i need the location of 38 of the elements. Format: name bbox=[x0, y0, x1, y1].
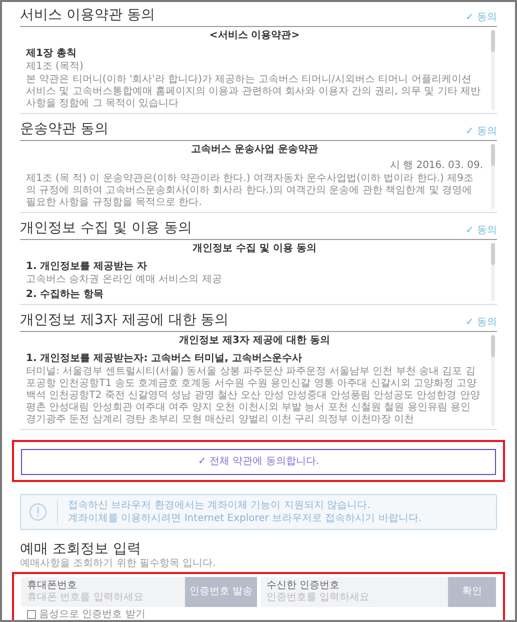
agree-all-button[interactable]: ✓ 전체 약관에 동의합니다. bbox=[21, 448, 496, 474]
agree-link[interactable]: ✓ 동의 bbox=[465, 12, 497, 24]
terms-subheading: 2. 수집하는 항목 bbox=[26, 289, 105, 301]
warning-icon bbox=[29, 502, 47, 520]
notice-text: 접속하신 브라우저 환경에서는 계좌이체 기능이 지원되지 않습니다. bbox=[68, 498, 372, 512]
terms-text: 제1조 (목 적) 이 운송약관은(이하 약관이라 한다.) 여객자동차 운수사업법(이하 법이라 한다.) 제9조의 규정에 의하여 고속버스운송회사(이하 회사라 한다.)의 여객간의 운송에 관한 책임한계 및 경영에 필요한 사항을 규정함을 목적으로 한다. bbox=[26, 173, 474, 209]
terms-subheading: 1. 개인정보를 제공받는 자 bbox=[26, 261, 148, 273]
field-button[interactable]: 확인 bbox=[448, 576, 496, 606]
terms-heading: 개인정보 제3자 제공에 대한 동의 bbox=[178, 335, 331, 347]
terms-date: 시 행 2016. 03. 09. bbox=[388, 160, 483, 172]
section-title: 서비스 이용약관 동의 bbox=[20, 6, 155, 24]
terms-text: 터미널: 서울경부 센트럴시티(서울) 동서울 상봉 파주문산 파주운정 서울남부 인천 부천 송내 김포 김포공항 인천공항T1 송도 호계금호 호계동 서수원 수원 용인신갈 영통 아주대 신갈시외 고양화정 고양백석 인천공항T2 죽전 신갈영덕 성남 광명 철산 오산 안성 안성중대 안성풍림 안성공도 안성한경 안양 평촌 안성대림 안성회관 여주대 여주 양지 오천 이천시외 부발 능서 포천 신철원 철원 용인유림 용인 경기광주 둔전 삼계리 경탄 초부리 모현 매산리 양벌리 이천 구리 의정부 이천마장 이천 bbox=[26, 366, 481, 426]
terms-text: 고속버스 승차권 온라인 예매 서비스의 제공 bbox=[26, 274, 223, 286]
agree-link[interactable]: ✓ 동의 bbox=[465, 126, 497, 138]
section-title: 운송약관 동의 bbox=[20, 120, 108, 138]
booking-subtitle: 예매사항을 조회하기 위한 필수항목 입니다. bbox=[20, 558, 217, 570]
scrollbar[interactable] bbox=[491, 30, 495, 110]
terms-heading: <서비스 이용약관> bbox=[208, 30, 301, 42]
terms-text: 본 약관은 티머니(이하 '회사'라 합니다)가 제공하는 고속버스 티머니/시외버스 티머니 어플리케이션 서비스 및 고속버스통합예매 홈페이지의 이용과 관련하여 회사와 이용자 간의 권리, 의무 및 기타 제반 사항을 정함에 그 목적이 있습니다 bbox=[26, 74, 482, 110]
booking-title: 예매 조회정보 입력 bbox=[20, 540, 142, 558]
scrollbar[interactable] bbox=[491, 243, 495, 301]
terms-heading: 고속버스 운송사업 운송약관 bbox=[190, 144, 319, 156]
checkbox[interactable]: 음성으로 인증번호 받기 bbox=[21, 608, 496, 620]
agree-link[interactable]: ✓ 동의 bbox=[465, 225, 497, 237]
input-field[interactable]: 휴대폰번호 휴대폰 번호를 입력하세요 인증번호 발송 bbox=[21, 576, 256, 606]
terms-subheading: 제1장 총칙 bbox=[26, 48, 78, 60]
notice-text: 계좌이체를 이용하시려면 Internet Explorer 브라우저로 접속하시기 바랍니다. bbox=[68, 512, 422, 524]
section-title: 개인정보 제3자 제공에 대한 동의 bbox=[20, 311, 229, 329]
terms-heading: 개인정보 수집 및 이용 동의 bbox=[192, 243, 318, 255]
agree-link[interactable]: ✓ 동의 bbox=[465, 317, 497, 329]
section-title: 개인정보 수집 및 이용 동의 bbox=[20, 219, 192, 237]
terms-subheading: 1. 개인정보를 제공받는자: 고속버스 터미널, 고속버스운수사 bbox=[26, 353, 303, 365]
field-button[interactable]: 인증번호 발송 bbox=[185, 576, 256, 606]
input-field[interactable]: 수신한 인증번호 인증번호를 입력하세요 확인 bbox=[260, 576, 496, 606]
scrollbar[interactable] bbox=[491, 144, 495, 209]
terms-text: 제1조 (목적) bbox=[26, 61, 84, 73]
field-label: 수신한 인증번호 bbox=[266, 580, 341, 590]
field-label: 휴대폰번호 bbox=[27, 580, 78, 590]
